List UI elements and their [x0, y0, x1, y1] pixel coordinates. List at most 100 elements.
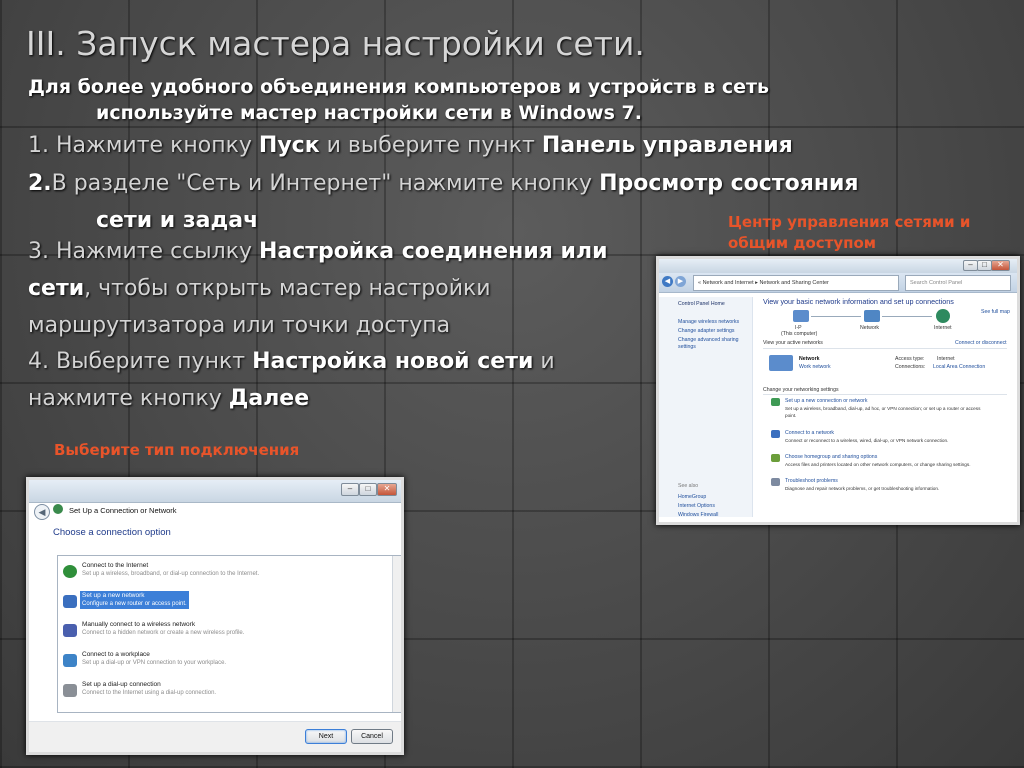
troubleshoot-icon — [771, 478, 780, 486]
option-manual-wireless[interactable]: Manually connect to a wireless network C… — [61, 620, 389, 642]
option-label: Connect to the Internet — [82, 562, 149, 569]
homegroup-link[interactable]: HomeGroup — [678, 494, 706, 500]
close-icon[interactable]: ✕ — [991, 260, 1010, 271]
back-icon[interactable]: ◀ — [34, 504, 50, 520]
globe-icon — [63, 565, 77, 578]
caption-network-center-line-1: Центр управления сетями и — [728, 213, 971, 231]
maximize-icon[interactable]: □ — [977, 260, 992, 271]
option-text: Set up a new network Configure a new rou… — [80, 591, 189, 609]
control-panel-home-link[interactable]: Control Panel Home — [678, 301, 725, 307]
change-adapter-link[interactable]: Change adapter settings — [678, 328, 735, 334]
dialog-button-bar: Next Cancel — [29, 721, 401, 752]
task-homegroup-desc: Access files and printers located on oth… — [785, 462, 971, 467]
intro-line-2: используйте мастер настройки сети в Wind… — [96, 102, 642, 124]
change-advanced-sharing-link[interactable]: Change advanced sharing — [678, 337, 739, 343]
task-homegroup-link[interactable]: Choose homegroup and sharing options — [785, 454, 877, 460]
back-icon[interactable]: ◀ — [662, 276, 673, 287]
step-3-setup-link: Настройка соединения или — [259, 239, 608, 264]
manage-wireless-link[interactable]: Manage wireless networks — [678, 319, 739, 325]
step-1-number: 1. — [28, 133, 49, 158]
option-text: Connect to the Internet Set up a wireles… — [80, 561, 261, 579]
option-label: Set up a dial-up connection — [82, 681, 161, 688]
task-connect-desc: Connect or reconnect to a wireless, wire… — [785, 438, 949, 443]
task-new-connection-desc: Set up a wireless, broadband, dial-up, a… — [785, 406, 981, 411]
task-new-connection-link[interactable]: Set up a new connection or network — [785, 398, 867, 404]
setup-connection-dialog: – □ ✕ ◀ Set Up a Connection or Network C… — [26, 477, 404, 755]
maximize-icon[interactable]: □ — [359, 483, 377, 496]
step-3-text: Нажмите ссылку — [49, 239, 259, 264]
task-troubleshoot-link[interactable]: Troubleshoot problems — [785, 478, 838, 484]
option-label: Set up a new network — [82, 592, 145, 599]
new-connection-icon — [771, 398, 780, 406]
see-also-label: See also — [678, 483, 699, 489]
option-label: Manually connect to a wireless network — [82, 621, 196, 628]
network-type-link[interactable]: Work network — [799, 364, 831, 370]
option-workplace[interactable]: Connect to a workplace Set up a dial-up … — [61, 650, 389, 672]
homegroup-icon — [771, 454, 780, 462]
intro-text: Для более удобного объединения компьютер… — [28, 74, 828, 126]
step-1-control-panel: Панель управления — [541, 133, 793, 158]
network-icon — [864, 310, 880, 322]
minimize-icon[interactable]: – — [341, 483, 359, 496]
task-connect-link[interactable]: Connect to a network — [785, 430, 834, 436]
see-full-map-link[interactable]: See full map — [981, 309, 1010, 315]
minimize-icon[interactable]: – — [963, 260, 978, 271]
intro-line-1: Для более удобного объединения компьютер… — [28, 76, 770, 98]
option-text: Set up a dial-up connection Connect to t… — [80, 680, 218, 698]
wireless-icon — [63, 624, 77, 637]
computer-icon — [793, 310, 809, 322]
link-line-1 — [811, 316, 861, 317]
next-button[interactable]: Next — [305, 729, 347, 744]
option-label: Connect to a workplace — [82, 651, 150, 658]
cancel-button[interactable]: Cancel — [351, 729, 393, 744]
close-icon[interactable]: ✕ — [377, 483, 397, 496]
local-area-connection-link[interactable]: Local Area Connection — [933, 364, 985, 370]
connections-label: Connections: — [895, 364, 926, 370]
step-4: 4. Выберите пункт Настройка новой сети и… — [28, 343, 555, 417]
connect-network-icon — [771, 430, 780, 438]
divider — [763, 394, 1007, 395]
nsc-sidebar: Control Panel Home Manage wireless netwo… — [659, 297, 753, 518]
dialog-heading: Choose a connection option — [53, 527, 171, 538]
nsc-titlebar: – □ ✕ — [659, 259, 1017, 274]
list-scrollbar[interactable] — [392, 556, 401, 712]
nsc-heading: View your basic network information and … — [763, 297, 954, 306]
address-field[interactable]: « Network and Internet ▸ Network and Sha… — [693, 275, 899, 291]
option-connect-internet[interactable]: Connect to the Internet Set up a wireles… — [61, 561, 389, 583]
step-4-text-3: нажмите кнопку — [28, 386, 229, 411]
node-pc-sub: (This computer) — [781, 331, 818, 337]
change-advanced-sharing-link-cont[interactable]: settings — [678, 344, 696, 350]
step-4-text: Выберите пункт — [49, 349, 253, 374]
connect-disconnect-link[interactable]: Connect or disconnect — [955, 340, 1007, 346]
router-icon — [63, 595, 77, 608]
task-troubleshoot-desc: Diagnose and repair network problems, or… — [785, 486, 940, 491]
divider — [763, 348, 1007, 349]
step-1-start: Пуск — [258, 133, 320, 158]
network-globe-icon — [53, 504, 63, 514]
option-dialup[interactable]: Set up a dial-up connection Connect to t… — [61, 680, 389, 702]
option-desc: Connect to a hidden network or create a … — [82, 630, 245, 636]
option-new-network[interactable]: Set up a new network Configure a new rou… — [61, 591, 389, 613]
active-networks-label: View your active networks — [763, 340, 823, 346]
step-2-text: В разделе "Сеть и Интернет" нажмите кноп… — [51, 171, 600, 196]
search-field[interactable]: Search Control Panel — [905, 275, 1011, 291]
option-desc: Set up a dial-up or VPN connection to yo… — [82, 660, 227, 666]
step-4-number: 4. — [28, 349, 49, 374]
windows-firewall-link[interactable]: Windows Firewall — [678, 512, 718, 518]
node-network-label: Network — [860, 325, 880, 331]
step-2-view-status: Просмотр состояния — [599, 171, 859, 196]
access-type-value: Internet — [937, 356, 955, 362]
forward-icon[interactable]: ▶ — [675, 276, 686, 287]
caption-network-center-line-2: общим доступом — [728, 234, 877, 252]
step-3-number: 3. — [28, 239, 49, 264]
task-new-connection-desc-2: point. — [785, 413, 797, 418]
step-3: 3. Нажмите ссылку Настройка соединения и… — [28, 233, 608, 344]
option-text: Manually connect to a wireless network C… — [80, 620, 246, 638]
internet-globe-icon — [936, 309, 950, 323]
step-4-new-network: Настройка новой сети — [252, 349, 534, 374]
link-line-2 — [882, 316, 932, 317]
internet-options-link[interactable]: Internet Options — [678, 503, 715, 509]
step-4-next: Далее — [228, 386, 310, 411]
caption-connection-type: Выберите тип подключения — [54, 441, 300, 459]
step-1-text-2: и выберите пункт — [319, 133, 542, 158]
